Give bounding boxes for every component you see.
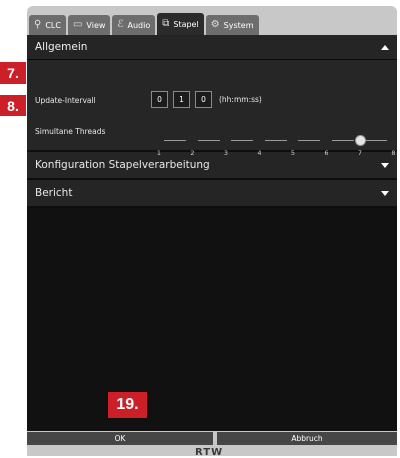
minutes-field[interactable]: 1 bbox=[173, 91, 190, 108]
button-bar: OK Abbruch bbox=[27, 431, 397, 446]
slider-tick-label: 6 bbox=[324, 149, 329, 157]
tab-clc[interactable]: ⚲ CLC bbox=[29, 15, 66, 35]
slider-tick-label: 5 bbox=[290, 149, 296, 157]
slider-track-segment bbox=[197, 140, 220, 141]
slider-tick-label: 8 bbox=[391, 149, 396, 157]
threads-label: Simultane Threads bbox=[35, 127, 106, 136]
ok-button[interactable]: OK bbox=[27, 432, 213, 445]
slider-tick-label: 3 bbox=[223, 149, 229, 157]
section-allgemein-body: Update-Intervall 0 1 0 (hh:mm:ss) Simult… bbox=[27, 60, 397, 157]
slider-tick-label: 7 bbox=[357, 149, 363, 157]
clc-icon: ⚲ bbox=[34, 19, 42, 30]
expand-arrow-icon[interactable] bbox=[381, 190, 389, 196]
tab-view[interactable]: ▭ View bbox=[67, 15, 111, 35]
expand-arrow-icon[interactable] bbox=[381, 162, 389, 168]
gear-icon: ⚙ bbox=[210, 19, 220, 30]
section-bericht-title: Bericht bbox=[35, 187, 73, 199]
slider-track-segment bbox=[264, 140, 287, 141]
tab-bar: ⚲ CLC ▭ View ℰ Audio ⧉ Stapel ⚙ System bbox=[27, 13, 259, 35]
slider-thumb[interactable] bbox=[355, 135, 366, 146]
update-interval-label: Update-Intervall bbox=[35, 96, 96, 105]
audio-icon: ℰ bbox=[117, 19, 124, 30]
section-bericht-header[interactable]: Bericht bbox=[27, 180, 397, 208]
brand-logo: RTW bbox=[195, 447, 224, 458]
slider-track-segment bbox=[331, 140, 354, 141]
collapse-arrow-icon[interactable] bbox=[381, 44, 389, 50]
callout-marker-19: 19. bbox=[108, 392, 147, 418]
section-allgemein-header[interactable]: Allgemein bbox=[27, 35, 397, 60]
slider-tick-label: 4 bbox=[257, 149, 262, 157]
settings-panel: Allgemein Update-Intervall 0 1 0 (hh:mm:… bbox=[27, 35, 397, 431]
tab-system[interactable]: ⚙ System bbox=[205, 15, 259, 35]
section-allgemein-title: Allgemein bbox=[35, 41, 88, 53]
slider-track-segment bbox=[164, 140, 186, 141]
tab-clc-label: CLC bbox=[45, 20, 61, 30]
callout-marker-7: 7. bbox=[0, 62, 26, 84]
tab-audio-label: Audio bbox=[127, 20, 151, 30]
slider-track-segment bbox=[365, 140, 387, 141]
tab-stapel-label: Stapel bbox=[173, 19, 199, 29]
tab-system-label: System bbox=[223, 20, 254, 30]
tab-audio[interactable]: ℰ Audio bbox=[112, 15, 156, 35]
tab-stapel[interactable]: ⧉ Stapel bbox=[157, 13, 204, 35]
callout-marker-8: 8. bbox=[0, 95, 26, 116]
stack-icon: ⧉ bbox=[162, 18, 170, 29]
hours-field[interactable]: 0 bbox=[151, 91, 168, 108]
slider-tick-label: 2 bbox=[190, 149, 195, 157]
slider-tick-label: 1 bbox=[156, 149, 162, 157]
cancel-button[interactable]: Abbruch bbox=[217, 432, 397, 445]
monitor-icon: ▭ bbox=[72, 19, 83, 30]
slider-track-segment bbox=[298, 140, 320, 141]
slider-track-segment bbox=[231, 140, 253, 141]
threads-slider[interactable]: 1 2 3 4 5 6 7 8 bbox=[151, 133, 396, 163]
tab-view-label: View bbox=[86, 20, 106, 30]
app-window: ⚲ CLC ▭ View ℰ Audio ⧉ Stapel ⚙ System A… bbox=[27, 6, 397, 458]
seconds-field[interactable]: 0 bbox=[195, 91, 212, 108]
time-format-hint: (hh:mm:ss) bbox=[219, 95, 262, 104]
